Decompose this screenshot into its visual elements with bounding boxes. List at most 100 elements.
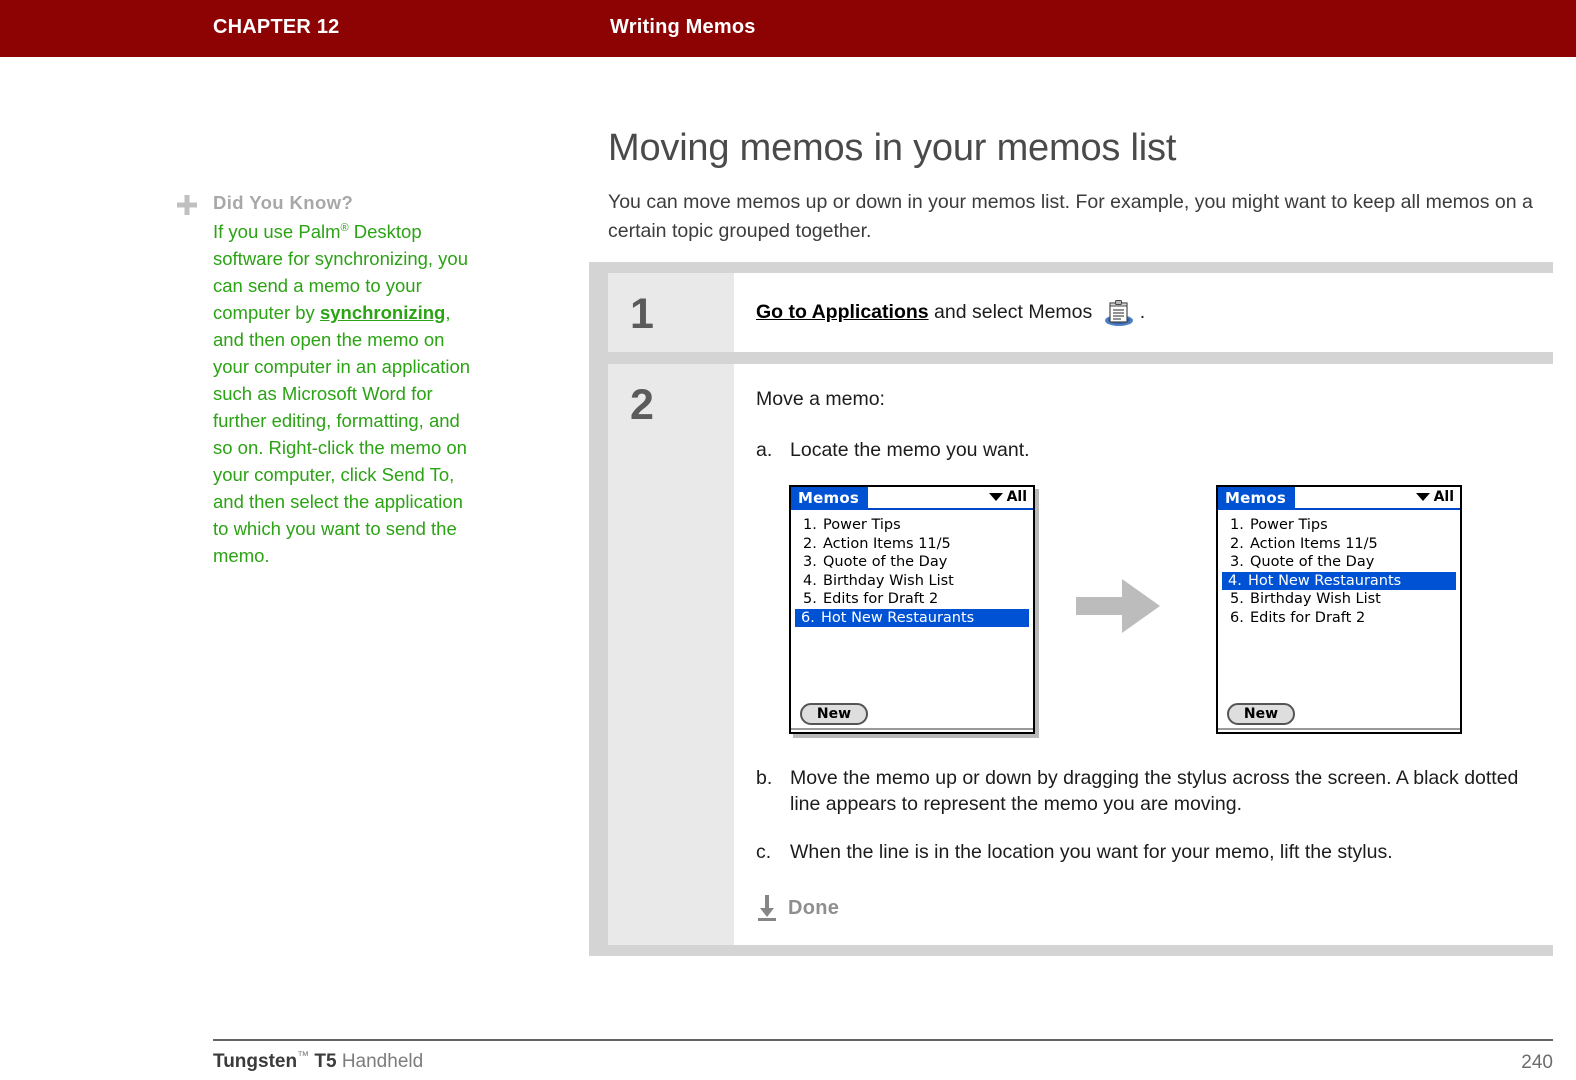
- step-1-number-cell: 1: [608, 273, 734, 352]
- trademark-mark: ™: [297, 1048, 310, 1063]
- substep-b-text: Move the memo up or down by dragging the…: [790, 767, 1519, 815]
- list-item-index: 1.: [803, 517, 817, 533]
- pda-screen-after[interactable]: Memos All 1. Power Tips 2. Action Items 11…: [1216, 485, 1462, 734]
- list-item-selected[interactable]: 4. Hot New Restaurants: [1222, 571, 1456, 590]
- list-item-index: 2.: [803, 535, 817, 552]
- page-title: Moving memos in your memos list: [608, 127, 1177, 169]
- synchronizing-link[interactable]: synchronizing: [320, 302, 445, 323]
- pda-before-category-label: All: [1006, 489, 1027, 505]
- step-1-number: 1: [630, 290, 654, 338]
- list-item[interactable]: 2. Action Items 11/5: [801, 535, 1029, 554]
- list-item-label: Power Tips: [823, 517, 901, 533]
- list-item[interactable]: 1. Power Tips: [801, 516, 1029, 535]
- pda-screens-figure: Memos All 1. Power Tips 2. Action Items 11…: [756, 485, 1525, 743]
- intro-paragraph: You can move memos up or down in your me…: [608, 191, 1533, 242]
- pda-after-new-button[interactable]: New: [1227, 703, 1295, 725]
- list-item-index: 5.: [1230, 591, 1244, 607]
- pda-after-category-label: All: [1433, 489, 1454, 505]
- chevron-down-icon: [988, 493, 1003, 501]
- plus-icon: [176, 194, 198, 216]
- substep-a-label: a.: [756, 439, 773, 461]
- tip-heading: Did You Know?: [213, 192, 354, 213]
- substep-c-label: c.: [756, 841, 772, 863]
- pda-before-category-picker[interactable]: All: [988, 489, 1027, 505]
- pda-before-new-button[interactable]: New: [800, 703, 868, 725]
- list-item-index: 6.: [801, 609, 815, 626]
- list-item[interactable]: 6. Edits for Draft 2: [1228, 609, 1456, 628]
- step-1-rest-text: and select Memos: [928, 301, 1098, 323]
- footer-product-label: Tungsten™ T5 Handheld: [213, 1048, 424, 1073]
- list-item-index: 4.: [803, 572, 817, 589]
- step-2-content: Move a memo: a. Locate the memo you want…: [734, 364, 1553, 945]
- substep-b-label: b.: [756, 767, 773, 789]
- step-2-number-cell: 2: [608, 364, 734, 945]
- list-item-label: Birthday Wish List: [1250, 591, 1381, 607]
- right-arrow-icon: [1076, 573, 1162, 639]
- header-title-label: Writing Memos: [610, 16, 756, 38]
- list-item-label: Birthday Wish List: [823, 572, 954, 589]
- done-label: Done: [788, 896, 840, 919]
- list-item-label: Edits for Draft 2: [1250, 609, 1366, 626]
- step-row-1: 1 Go to Applications and select Memos .: [608, 273, 1553, 352]
- list-item[interactable]: 5. Edits for Draft 2: [801, 590, 1029, 609]
- list-item[interactable]: 4. Birthday Wish List: [801, 572, 1029, 591]
- step-1-content: Go to Applications and select Memos .: [734, 273, 1553, 352]
- header-chapter-label: CHAPTER 12: [213, 16, 340, 38]
- list-item[interactable]: 5. Birthday Wish List: [1228, 590, 1456, 609]
- list-item[interactable]: 3. Quote of the Day: [1228, 553, 1456, 572]
- go-to-applications-link[interactable]: Go to Applications: [756, 301, 929, 323]
- pda-after-list: 1. Power Tips 2. Action Items 11/5 3. Quote…: [1218, 510, 1460, 627]
- list-item-index: 5.: [803, 591, 817, 607]
- list-item-label: Action Items 11/5: [1250, 535, 1378, 552]
- footer-suffix: Handheld: [336, 1051, 424, 1072]
- list-item-selected[interactable]: 6. Hot New Restaurants: [795, 608, 1029, 627]
- list-item[interactable]: 3. Quote of the Day: [801, 553, 1029, 572]
- footer-divider: [213, 1039, 1553, 1041]
- pda-screen-before[interactable]: Memos All 1. Power Tips 2. Action Items 11…: [789, 485, 1035, 734]
- footer-product-name: Tungsten: [213, 1051, 298, 1072]
- footer-model: T5: [309, 1051, 337, 1072]
- done-marker: Done: [756, 895, 1525, 921]
- step-row-2: 2 Move a memo: a. Locate the memo you wa…: [608, 364, 1553, 945]
- list-item-label: Hot New Restaurants: [1248, 572, 1402, 589]
- pda-after-titlebar: Memos All: [1218, 487, 1460, 510]
- step-2-intro: Move a memo:: [756, 388, 885, 410]
- list-item-label: Hot New Restaurants: [821, 609, 975, 626]
- registered-mark: ®: [340, 221, 349, 234]
- list-item-label: Edits for Draft 2: [823, 591, 939, 607]
- steps-panel: 1 Go to Applications and select Memos . …: [589, 262, 1553, 956]
- list-item-index: 3.: [1230, 554, 1244, 570]
- pda-after-footer-line: [1218, 728, 1460, 730]
- list-item-label: Power Tips: [1250, 517, 1328, 533]
- chevron-down-icon: [1415, 493, 1430, 501]
- list-item-index: 4.: [1228, 572, 1242, 589]
- pda-after-app-title: Memos: [1218, 487, 1295, 510]
- tip-body-part1: If you use Palm: [213, 221, 341, 242]
- list-item-index: 6.: [1230, 609, 1244, 626]
- did-you-know-tip: Did You Know? If you use Palm® Desktop s…: [213, 190, 475, 569]
- list-item-index: 2.: [1230, 535, 1244, 552]
- page-header: CHAPTER 12 Writing Memos: [0, 0, 1576, 57]
- list-item[interactable]: 1. Power Tips: [1228, 516, 1456, 535]
- pda-after-category-picker[interactable]: All: [1415, 489, 1454, 505]
- substep-c: c. When the line is in the location you …: [756, 839, 1525, 865]
- substep-b: b. Move the memo up or down by dragging …: [756, 765, 1525, 817]
- pda-before-footer-line: [791, 728, 1033, 730]
- down-arrow-icon: [756, 895, 778, 921]
- step-2-number: 2: [630, 381, 654, 429]
- list-item[interactable]: 2. Action Items 11/5: [1228, 535, 1456, 554]
- list-item-label: Quote of the Day: [1250, 554, 1375, 570]
- list-item-index: 3.: [803, 554, 817, 570]
- step-1-text: Go to Applications and select Memos .: [756, 298, 1525, 327]
- list-item-label: Action Items 11/5: [823, 535, 951, 552]
- substep-c-text: When the line is in the location you wan…: [790, 841, 1393, 863]
- tip-body: If you use Palm® Desktop software for sy…: [213, 218, 475, 569]
- footer-page-number: 240: [1521, 1052, 1553, 1073]
- step-1-period: .: [1139, 301, 1146, 323]
- document-page: CHAPTER 12 Writing Memos Did You Know? I…: [0, 0, 1576, 1080]
- pda-before-titlebar: Memos All: [791, 487, 1033, 510]
- pda-before-app-title: Memos: [791, 487, 868, 510]
- list-item-index: 1.: [1230, 517, 1244, 533]
- substep-a: a. Locate the memo you want.: [756, 437, 1525, 463]
- list-item-label: Quote of the Day: [823, 554, 948, 570]
